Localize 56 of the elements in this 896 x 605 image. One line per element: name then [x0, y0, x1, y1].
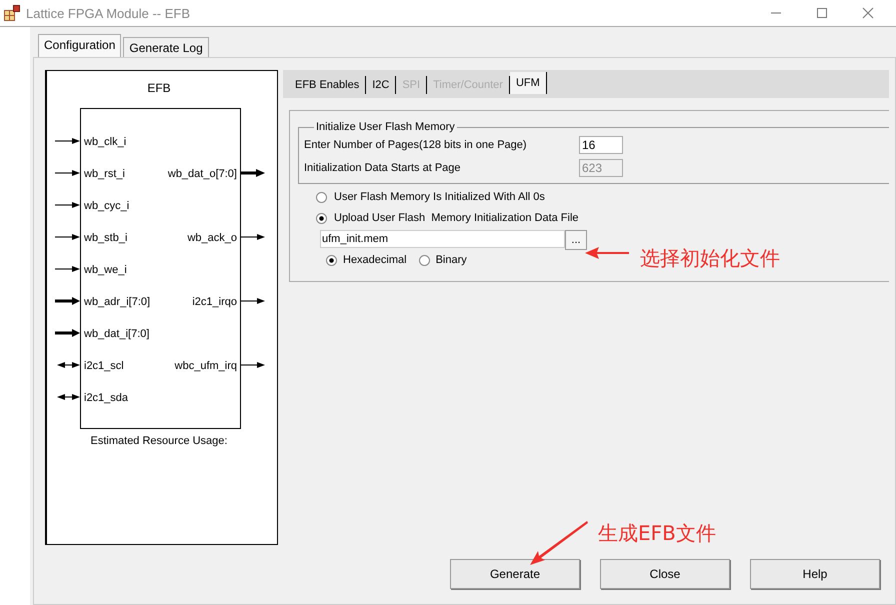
field-label: Initialization Data Starts at Page: [304, 162, 462, 174]
tab[interactable]: UFM: [510, 72, 547, 94]
field-label: Enter Number of Pages(128 bits in one Page): [304, 138, 528, 150]
pin-label: wb_stb_i: [84, 232, 128, 244]
radio-button[interactable]: [326, 254, 337, 266]
pin-arrow-icon: [55, 297, 80, 305]
dialog-button[interactable]: Generate: [450, 559, 580, 589]
tab[interactable]: Configuration: [38, 34, 122, 57]
pin-arrow-icon: [57, 394, 80, 400]
annotation-arrow: [530, 521, 588, 565]
radio-label: Hexadecimal: [343, 254, 407, 266]
group-title: Initialize User Flash Memory: [315, 121, 456, 133]
radio-label: User Flash Memory Is Initialized With All 0s: [334, 191, 545, 203]
pin-label: i2c1_irqo: [192, 296, 237, 308]
pin-label: wbc_ufm_irq: [174, 360, 237, 372]
pin-label: wb_clk_i: [84, 136, 126, 148]
pin-label: wb_we_i: [84, 264, 127, 276]
radio-label: Binary: [436, 254, 467, 266]
pin-label: wb_ack_o: [187, 232, 237, 244]
pin-arrow-icon: [54, 202, 80, 208]
pin-arrow-icon: [241, 169, 265, 177]
annotation-text: 选择初始化文件: [640, 245, 780, 272]
tab[interactable]: Generate Log: [123, 37, 209, 57]
radio-button[interactable]: [316, 212, 327, 224]
pin-arrow-icon: [240, 234, 265, 240]
browse-button[interactable]: ...: [565, 230, 587, 250]
close-icon[interactable]: [862, 7, 874, 19]
diagram-title: EFB: [147, 81, 171, 95]
pin-label: i2c1_sda: [84, 392, 128, 404]
dialog-button[interactable]: Help: [750, 559, 880, 589]
pin-arrow-icon: [54, 170, 80, 176]
pin-label: wb_dat_i[7:0]: [84, 328, 150, 340]
app-icon: [4, 5, 20, 21]
dialog-button[interactable]: Close: [600, 559, 730, 589]
pin-arrow-icon: [54, 266, 80, 272]
radio-label: Upload User Flash Memory Initialization Data File: [334, 212, 579, 224]
pin-arrow-icon: [57, 362, 80, 368]
pin-label: wb_cyc_i: [84, 200, 130, 212]
pin-arrow-icon: [240, 298, 265, 304]
radio-button[interactable]: [316, 192, 327, 202]
pin-arrow-icon: [240, 362, 265, 368]
window-title: Lattice FPGA Module -- EFB: [26, 6, 190, 20]
pin-arrow-icon: [54, 138, 80, 144]
pin-label: wb_rst_i: [84, 168, 125, 180]
file-field[interactable]: ufm_init.mem: [320, 230, 565, 248]
pin-arrow-icon: [55, 329, 80, 337]
resource-caption: Estimated Resource Usage:: [90, 435, 228, 447]
annotation-arrow: [585, 247, 629, 259]
pin-label: i2c1_scl: [84, 360, 124, 372]
pin-label: wb_dat_o[7:0]: [168, 168, 237, 180]
pin-arrow-icon: [54, 234, 80, 240]
annotation-text: 生成EFB文件: [598, 520, 716, 547]
pin-label: wb_adr_i[7:0]: [84, 296, 150, 308]
maximize-icon[interactable]: [816, 7, 828, 19]
radio-button[interactable]: [418, 254, 430, 266]
input-field[interactable]: 16: [579, 136, 623, 154]
